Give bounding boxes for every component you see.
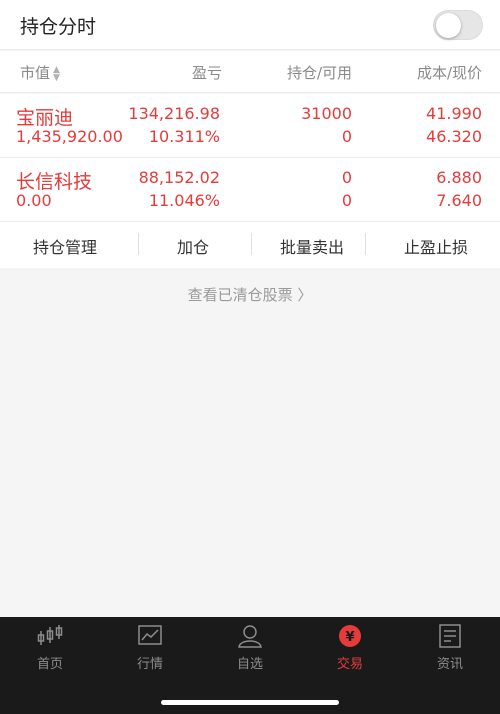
news-icon	[439, 624, 461, 648]
divider	[138, 233, 139, 255]
position-qty: 0	[341, 168, 352, 187]
profit-loss-header: 盈亏	[191, 64, 222, 82]
batch-sell-button[interactable]: 批量卖出	[280, 234, 344, 258]
tab-label: 首页	[36, 657, 63, 672]
market-value: 1,435,920.00	[16, 127, 123, 146]
candlestick-icon	[37, 625, 63, 645]
cost-price-header: 成本/现价	[416, 64, 482, 82]
view-cleared-stocks-link[interactable]: 查看已清仓股票 〉	[0, 284, 500, 305]
add-position-button[interactable]: 加仓	[177, 234, 209, 258]
cost-price: 41.990	[426, 104, 482, 123]
current-price: 7.640	[436, 191, 482, 210]
svg-text:¥: ¥	[345, 630, 354, 645]
profit-loss-percent: 10.311%	[148, 127, 220, 146]
tab-label: 资讯	[436, 657, 463, 672]
tab-news[interactable]: 资讯	[420, 623, 480, 672]
header-bar: 持仓分时	[0, 0, 500, 50]
yen-icon: ¥	[339, 625, 361, 647]
current-price: 46.320	[426, 127, 482, 146]
holding-row[interactable]: 长信科技 0.00 88,152.02 11.046% 0 0 6.880 7.…	[0, 158, 500, 222]
market-value-header-label: 市值	[20, 64, 51, 82]
tab-trade[interactable]: ¥ 交易	[320, 623, 380, 672]
market-value: 0.00	[16, 191, 52, 210]
profit-loss: 134,216.98	[128, 104, 220, 123]
tab-market[interactable]: 行情	[120, 623, 180, 672]
take-profit-stop-loss-button[interactable]: 止盈止损	[404, 234, 468, 258]
tab-watchlist[interactable]: 自选	[220, 623, 280, 672]
position-header: 持仓/可用	[286, 64, 352, 82]
position-timeshare-toggle[interactable]	[433, 10, 483, 40]
profit-loss-percent: 11.046%	[148, 191, 220, 210]
person-icon	[238, 625, 262, 648]
sort-icon[interactable]: ▲ ▼	[53, 65, 60, 82]
divider	[365, 233, 366, 255]
stock-name: 长信科技	[16, 171, 93, 193]
profit-loss: 88,152.02	[138, 168, 220, 187]
available-qty: 0	[341, 127, 352, 146]
holding-row[interactable]: 宝丽迪 1,435,920.00 134,216.98 10.311% 3100…	[0, 94, 500, 158]
toggle-knob	[436, 13, 461, 38]
column-header: 市值 ▲ ▼ 盈亏 持仓/可用 成本/现价	[0, 51, 500, 93]
manage-positions-button[interactable]: 持仓管理	[33, 234, 97, 258]
tab-label: 交易	[336, 657, 363, 672]
available-qty: 0	[341, 191, 352, 210]
stock-name: 宝丽迪	[16, 107, 74, 129]
tab-label: 自选	[236, 657, 263, 672]
tab-home[interactable]: 首页	[20, 623, 80, 672]
cost-price: 6.880	[436, 168, 482, 187]
home-indicator[interactable]	[161, 700, 339, 705]
tab-label: 行情	[136, 657, 163, 672]
position-qty: 31000	[301, 104, 352, 123]
page-title: 持仓分时	[20, 16, 97, 38]
chart-icon	[138, 625, 162, 645]
action-bar: 持仓管理 加仓 批量卖出 止盈止损	[0, 222, 500, 268]
divider	[251, 233, 252, 255]
market-value-header[interactable]: 市值 ▲ ▼	[20, 62, 60, 83]
